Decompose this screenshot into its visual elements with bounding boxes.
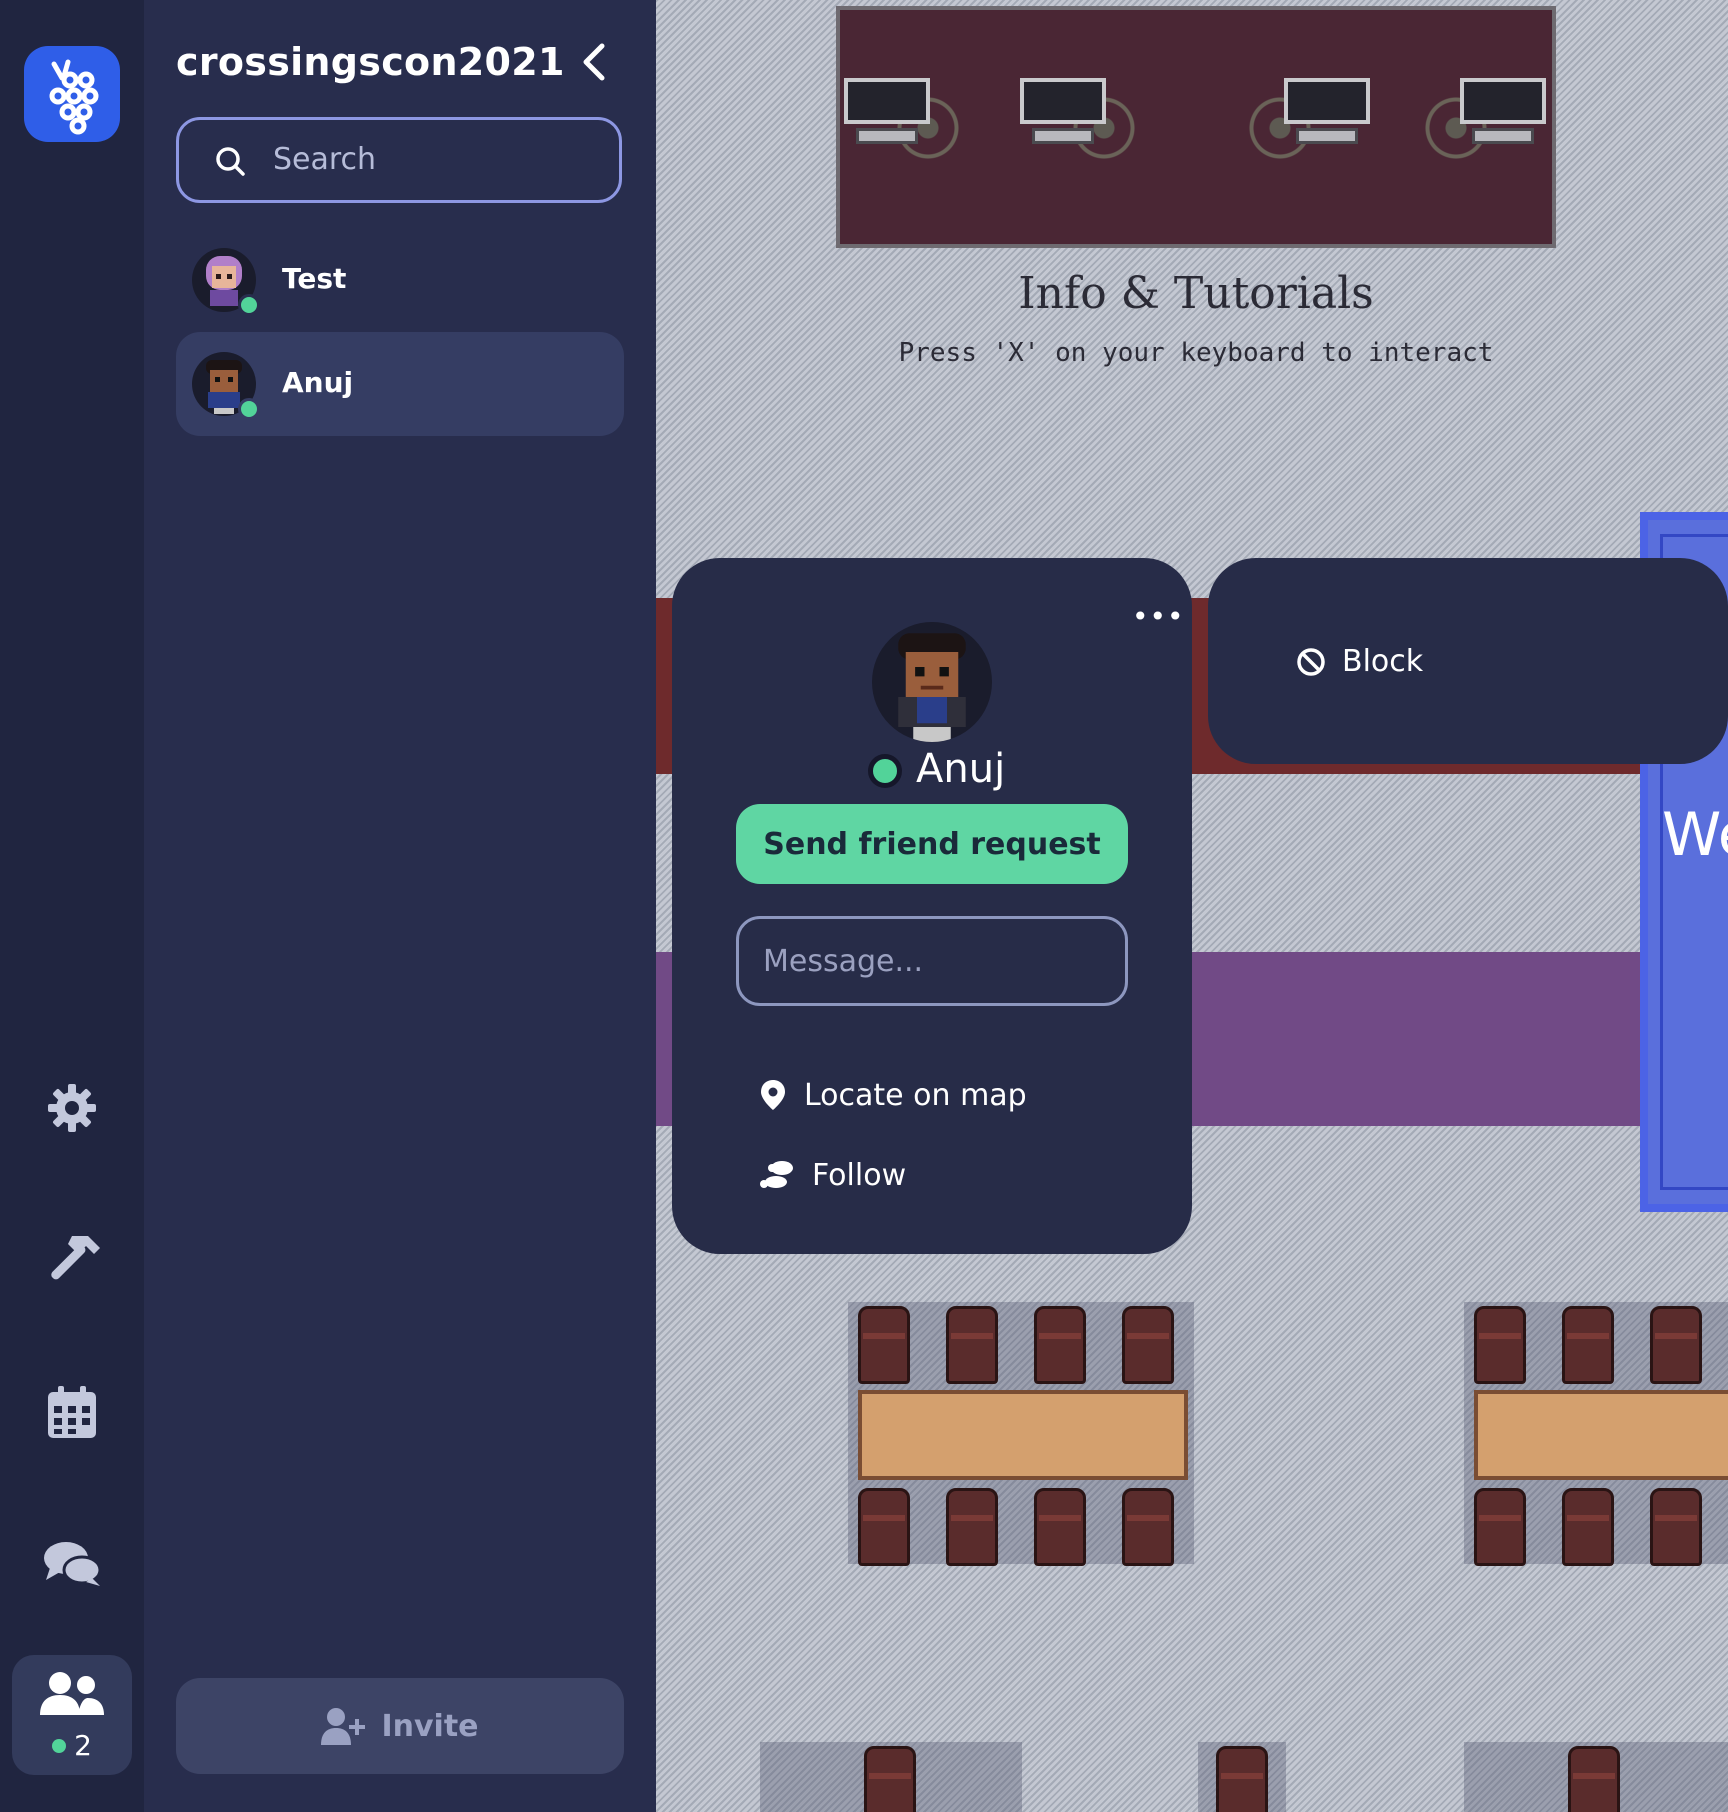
conference-table [1464, 1742, 1728, 1812]
calendar-button[interactable] [36, 1376, 108, 1448]
computer-monitor[interactable] [1460, 78, 1546, 152]
block-icon [1297, 647, 1325, 676]
user-profile-card: ••• Anuj Send friend request Locate on m… [672, 558, 1192, 1254]
locate-label: Locate on map [804, 1077, 1027, 1113]
profile-avatar [872, 622, 992, 742]
computer-monitor[interactable] [1284, 78, 1370, 152]
member-name: Test [282, 262, 347, 295]
online-status-dot [868, 754, 902, 788]
invite-button[interactable]: Invite [176, 1678, 624, 1774]
search-placeholder: Search [273, 142, 377, 177]
locate-on-map-button[interactable]: Locate on map [760, 1070, 1027, 1120]
settings-button[interactable] [36, 1072, 108, 1144]
add-user-icon [321, 1708, 366, 1745]
participants-button[interactable]: 2 [12, 1655, 132, 1775]
conference-table [1464, 1302, 1728, 1566]
map-sign-subtitle: Press 'X' on your keyboard to interact [898, 338, 1494, 368]
search-icon [216, 147, 245, 176]
online-dot-icon [52, 1739, 67, 1753]
chevron-left-icon [583, 43, 605, 81]
member-item-selected[interactable]: Anuj [176, 332, 624, 436]
computer-monitor[interactable] [1020, 78, 1106, 152]
more-options-button[interactable]: ••• [1132, 600, 1185, 633]
people-icon [40, 1672, 104, 1715]
follow-label: Follow [812, 1157, 907, 1193]
hammer-icon [51, 1236, 100, 1280]
icon-rail: 2 [0, 0, 144, 1812]
participants-panel: crossingscon2021 Search Test Anuj Invite [144, 0, 656, 1812]
member-item[interactable]: Test [176, 228, 624, 332]
block-user-button[interactable]: Block [1296, 644, 1423, 679]
online-count: 2 [12, 1729, 132, 1762]
invite-label: Invite [381, 1708, 479, 1744]
collapse-panel-button[interactable] [574, 40, 618, 84]
profile-name: Anuj [916, 746, 1006, 792]
member-name: Anuj [282, 366, 354, 399]
chat-bubbles-icon [44, 1542, 102, 1586]
welcome-board-text: We [1662, 800, 1728, 870]
block-label: Block [1342, 644, 1424, 679]
map-pin-icon [761, 1080, 785, 1110]
message-input[interactable] [736, 916, 1128, 1006]
tutorial-carpet [836, 6, 1556, 248]
search-input[interactable]: Search [176, 117, 622, 203]
build-tool-button[interactable] [36, 1222, 108, 1294]
avatar-sprite-icon [898, 633, 966, 742]
online-status-dot [238, 294, 260, 316]
calendar-icon [48, 1386, 96, 1438]
conference-table [848, 1302, 1194, 1566]
space-title: crossingscon2021 [176, 40, 565, 84]
gather-logo-button[interactable] [24, 46, 120, 142]
conference-table [1198, 1742, 1286, 1812]
chat-button[interactable] [36, 1528, 108, 1600]
online-status-dot [238, 398, 260, 420]
more-options-menu: Block [1208, 558, 1728, 764]
gear-icon [48, 1084, 96, 1132]
footsteps-icon [760, 1161, 793, 1188]
conference-table [760, 1742, 1022, 1812]
map-sign-title: Info & Tutorials [1018, 268, 1374, 319]
computer-monitor[interactable] [844, 78, 930, 152]
grapes-logo-icon [49, 59, 99, 135]
send-friend-request-button[interactable]: Send friend request [736, 804, 1128, 884]
follow-button[interactable]: Follow [760, 1150, 906, 1200]
